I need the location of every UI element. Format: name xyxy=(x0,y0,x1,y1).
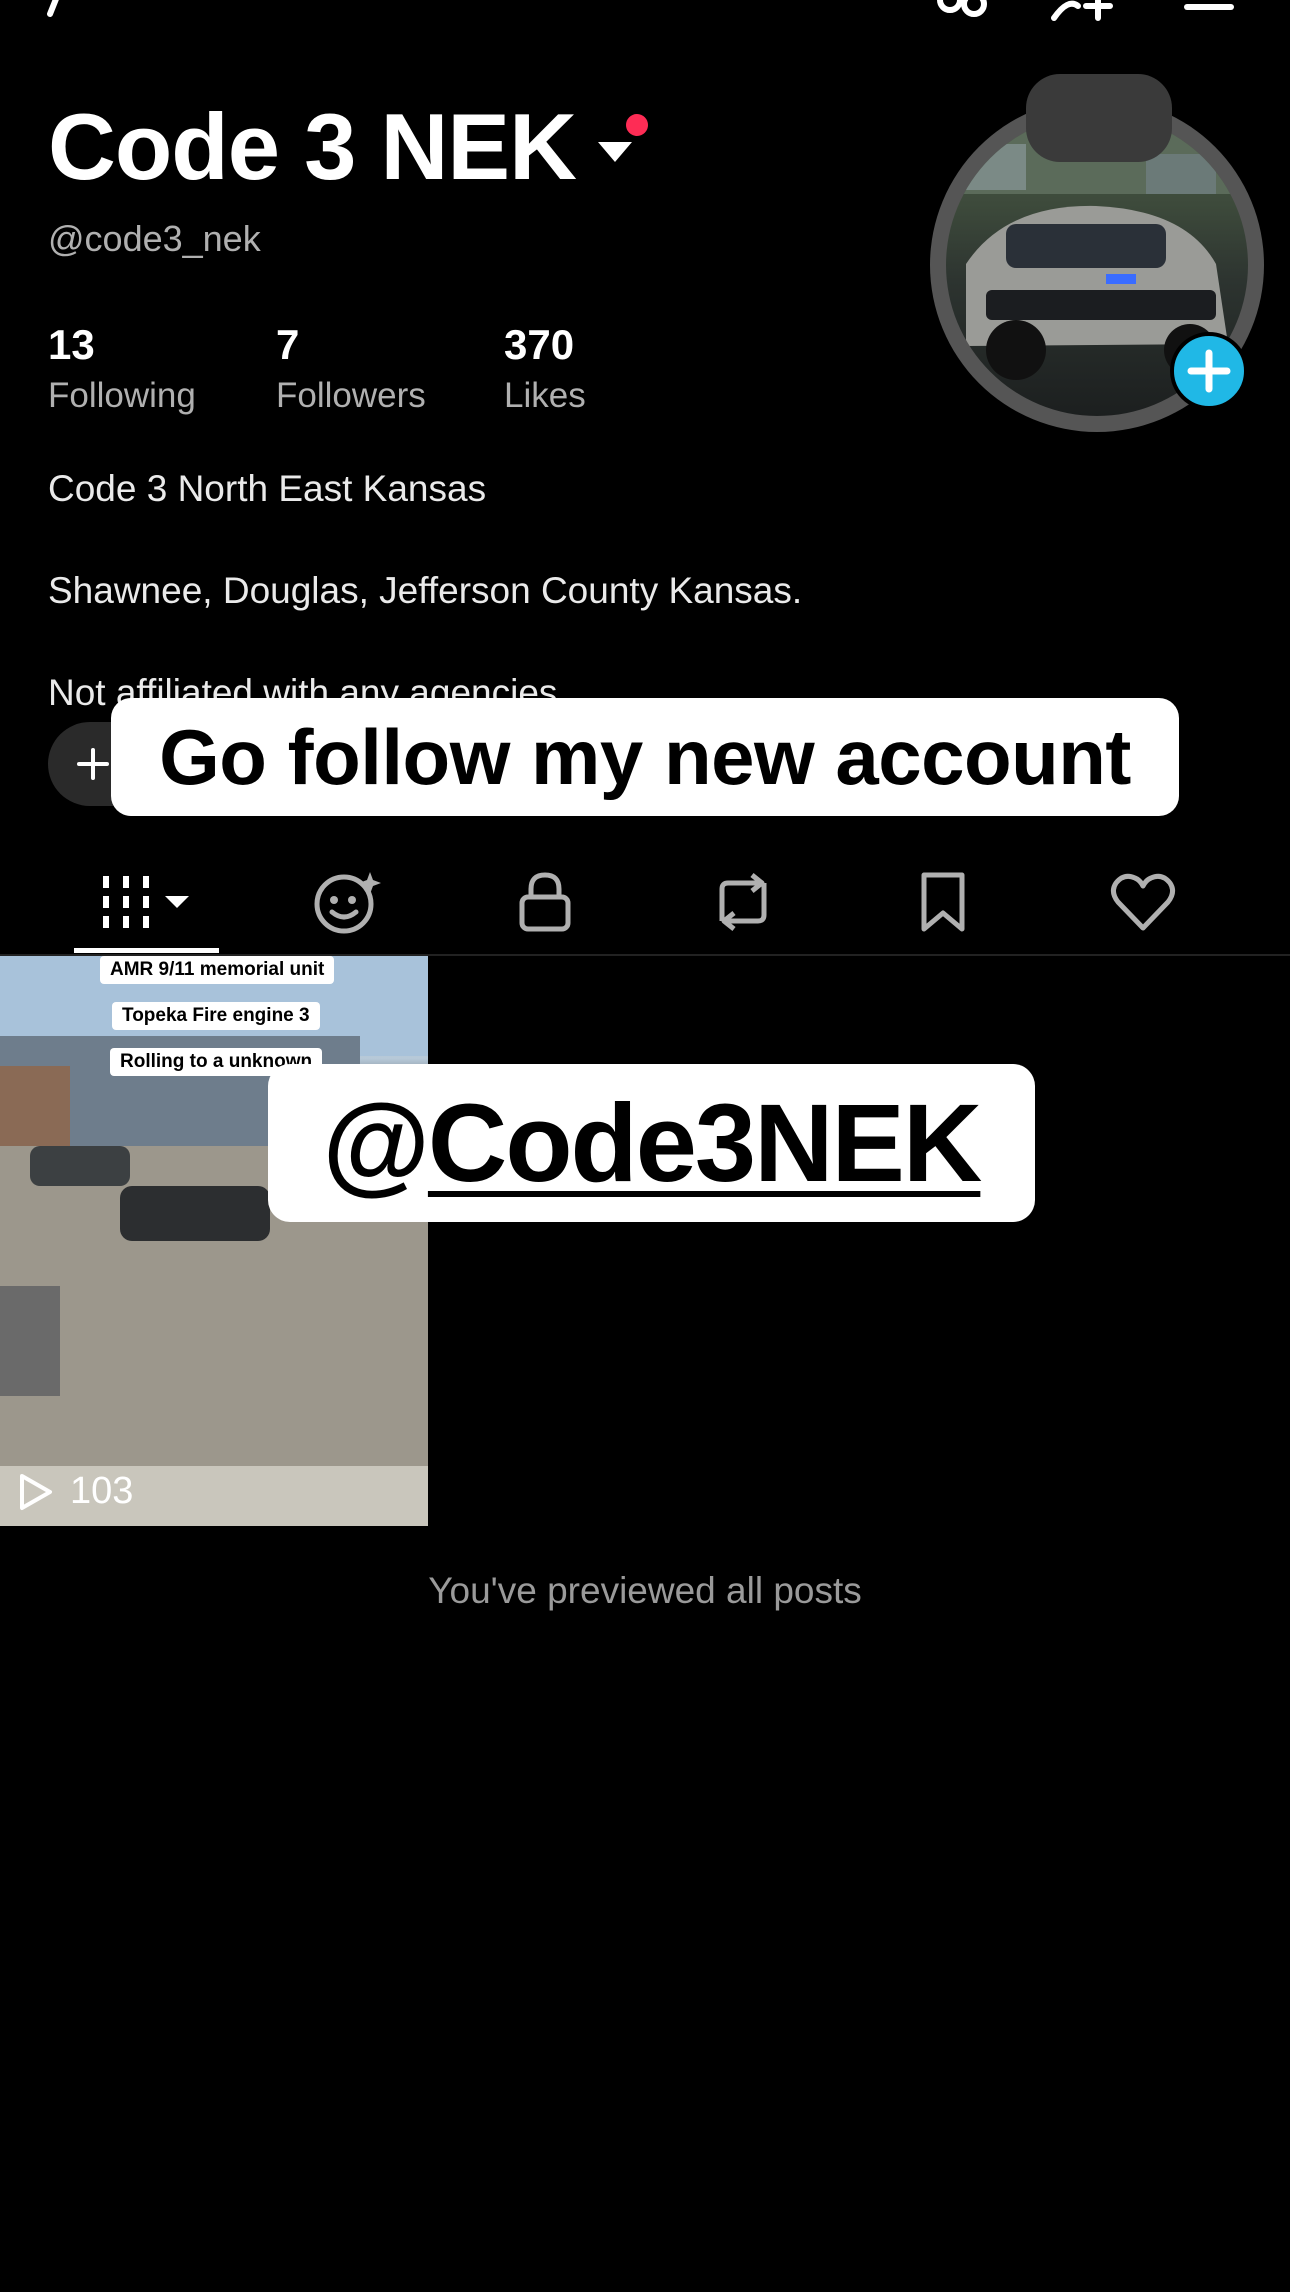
tab-favorites[interactable] xyxy=(868,850,1018,954)
tab-ai-self[interactable] xyxy=(272,850,422,954)
stat-value: 13 xyxy=(48,321,95,368)
chevron-down-icon xyxy=(597,142,632,162)
lock-icon xyxy=(519,872,571,932)
tab-reposts[interactable] xyxy=(668,850,818,954)
video-caption: Topeka Fire engine 3 xyxy=(112,1002,320,1030)
stat-value: 7 xyxy=(276,321,300,368)
add-friend-icon[interactable] xyxy=(1048,0,1120,22)
menu-icon[interactable] xyxy=(1182,0,1236,14)
text-sticker-handle: @ Code3NEK xyxy=(268,1064,1035,1222)
tab-videos[interactable] xyxy=(72,850,222,954)
notification-dot xyxy=(626,114,648,136)
face-sparkle-icon xyxy=(314,872,381,934)
bookmark-icon xyxy=(921,872,965,932)
video-frame xyxy=(0,956,428,1526)
add-story-button[interactable] xyxy=(1170,332,1248,410)
content-tabs xyxy=(0,850,1290,954)
sticker-at-sign: @ xyxy=(322,1081,430,1205)
username: @code3_nek xyxy=(48,218,261,259)
note-bubble[interactable] xyxy=(1026,74,1172,162)
video-caption: AMR 9/11 memorial unit xyxy=(100,956,335,984)
bio-line: Shawnee, Douglas, Jefferson County Kansa… xyxy=(48,570,803,611)
plus-icon xyxy=(1187,349,1231,393)
tab-private[interactable] xyxy=(470,850,620,954)
sticker-handle: Code3NEK xyxy=(427,1081,982,1205)
stat-value: 370 xyxy=(504,321,575,368)
repost-icon xyxy=(719,873,767,931)
stat-label: Followers xyxy=(276,376,426,415)
grid-icon xyxy=(103,876,189,928)
end-of-posts-text: You've previewed all posts xyxy=(428,1570,862,1611)
view-count-value: 103 xyxy=(70,1470,134,1512)
heart-icon xyxy=(1110,873,1176,931)
creator-tools-icon[interactable] xyxy=(934,0,994,22)
text-sticker-follow: Go follow my new account xyxy=(111,698,1179,816)
video-thumbnail[interactable]: AMR 9/11 memorial unit Topeka Fire engin… xyxy=(0,956,428,1526)
profile-name-switcher[interactable]: Code 3 NEK xyxy=(48,100,632,194)
active-tab-indicator xyxy=(74,948,219,953)
stat-followers[interactable]: 7 Followers xyxy=(276,324,504,416)
view-count: 103 xyxy=(16,1470,133,1513)
bio-line: Code 3 North East Kansas xyxy=(48,468,487,509)
stat-following[interactable]: 13 Following xyxy=(48,324,276,416)
stat-label: Following xyxy=(48,376,196,415)
profile-stats: 13 Following 7 Followers 370 Likes xyxy=(48,324,586,416)
stat-label: Likes xyxy=(504,376,586,415)
display-name: Code 3 NEK xyxy=(48,94,577,199)
play-icon xyxy=(20,1473,52,1510)
tab-liked[interactable] xyxy=(1068,850,1218,954)
stat-likes[interactable]: 370 Likes xyxy=(504,324,586,416)
edit-icon[interactable] xyxy=(44,0,100,18)
